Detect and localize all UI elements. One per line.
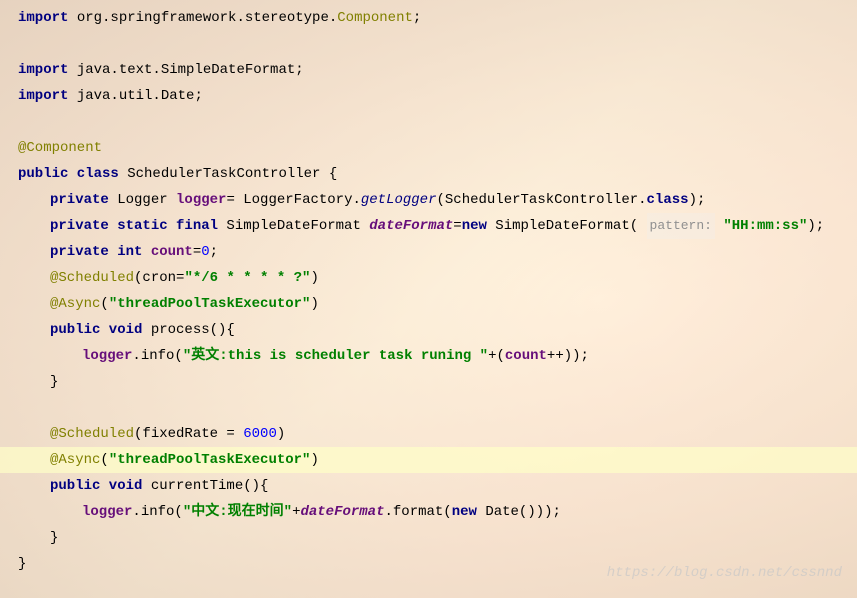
code-line[interactable]: public void process(){ [0,317,857,343]
text: ( [100,291,108,317]
number: 0 [201,239,209,265]
keyword: public void [50,473,142,499]
text: ) [310,447,318,473]
package: java.text.SimpleDateFormat; [68,57,303,83]
text: .format( [384,499,451,525]
code-line[interactable]: private Logger logger= LoggerFactory.get… [0,187,857,213]
annotation: @Async [50,447,100,473]
field: dateFormat [369,213,453,239]
code-line[interactable]: @Component [0,135,857,161]
text: .info( [132,499,182,525]
code-line-empty[interactable] [0,109,857,135]
string: "英文:this is scheduler task runing " [183,343,488,369]
method-name: process(){ [142,317,234,343]
keyword: public class [18,161,119,187]
field: count [505,343,547,369]
semicolon: ; [210,239,218,265]
text: Date())); [477,499,561,525]
string: "中文:现在时间" [183,499,292,525]
keyword: import [18,57,68,83]
annotation: @Scheduled [50,265,134,291]
text: ) [277,421,285,447]
annotation: @Async [50,291,100,317]
code-line[interactable]: private static final SimpleDateFormat da… [0,213,857,239]
text: +( [488,343,505,369]
keyword: new [452,499,477,525]
field: dateFormat [300,499,384,525]
annotation: @Component [18,135,102,161]
semicolon: ; [413,5,421,31]
brace: } [18,551,26,577]
text: ( [100,447,108,473]
keyword: private int [50,239,142,265]
keyword: public void [50,317,142,343]
brace: } [50,369,58,395]
keyword: private [50,187,109,213]
code-line[interactable]: logger.info("英文:this is scheduler task r… [0,343,857,369]
param-hint: pattern: [647,213,715,239]
text: ); [807,213,824,239]
text: .info( [132,343,182,369]
type: SimpleDateFormat [218,213,369,239]
string: "threadPoolTaskExecutor" [109,291,311,317]
code-line[interactable]: } [0,369,857,395]
keyword: private static final [50,213,218,239]
code-line[interactable]: public void currentTime(){ [0,473,857,499]
code-line[interactable]: @Scheduled(fixedRate = 6000) [0,421,857,447]
method-call: getLogger [361,187,437,213]
eq: = [193,239,201,265]
keyword: class [647,187,689,213]
type: Logger [109,187,176,213]
keyword: import [18,83,68,109]
string: "HH:mm:ss" [715,213,807,239]
string: "threadPoolTaskExecutor" [109,447,311,473]
text: ++)); [547,343,589,369]
package: org.springframework.stereotype. [68,5,337,31]
package: java.util.Date; [68,83,202,109]
code-editor[interactable]: import org.springframework.stereotype.Co… [0,0,857,582]
brace: } [50,525,58,551]
class-name: SchedulerTaskController { [119,161,337,187]
text: ) [310,265,318,291]
code-line[interactable]: import org.springframework.stereotype.Co… [0,5,857,31]
field: logger [82,343,132,369]
keyword: import [18,5,68,31]
class-ref: Component [337,5,413,31]
code-line-empty[interactable] [0,395,857,421]
text: = LoggerFactory. [226,187,360,213]
field: logger [176,187,226,213]
number: 6000 [243,421,277,447]
eq: = [453,213,461,239]
code-line[interactable]: public class SchedulerTaskController { [0,161,857,187]
watermark-text: https://blog.csdn.net/cssnnd [607,560,842,586]
code-line[interactable]: @Async("threadPoolTaskExecutor") [0,291,857,317]
code-line[interactable]: } [0,525,857,551]
code-line[interactable]: import java.util.Date; [0,83,857,109]
text: (SchedulerTaskController. [437,187,647,213]
field: count [142,239,192,265]
text: (cron= [134,265,184,291]
text: + [292,499,300,525]
method-name: currentTime(){ [142,473,268,499]
text: ); [689,187,706,213]
code-line[interactable]: @Scheduled(cron="*/6 * * * * ?") [0,265,857,291]
ctor: SimpleDateFormat( [487,213,647,239]
field: logger [82,499,132,525]
code-line[interactable]: private int count=0; [0,239,857,265]
code-line[interactable]: logger.info("中文:现在时间"+dateFormat.format(… [0,499,857,525]
string: "*/6 * * * * ?" [184,265,310,291]
annotation: @Scheduled [50,421,134,447]
code-line[interactable]: import java.text.SimpleDateFormat; [0,57,857,83]
text: ) [310,291,318,317]
code-line-empty[interactable] [0,31,857,57]
text: (fixedRate = [134,421,243,447]
code-line-highlighted[interactable]: @Async("threadPoolTaskExecutor") [0,447,857,473]
keyword: new [462,213,487,239]
